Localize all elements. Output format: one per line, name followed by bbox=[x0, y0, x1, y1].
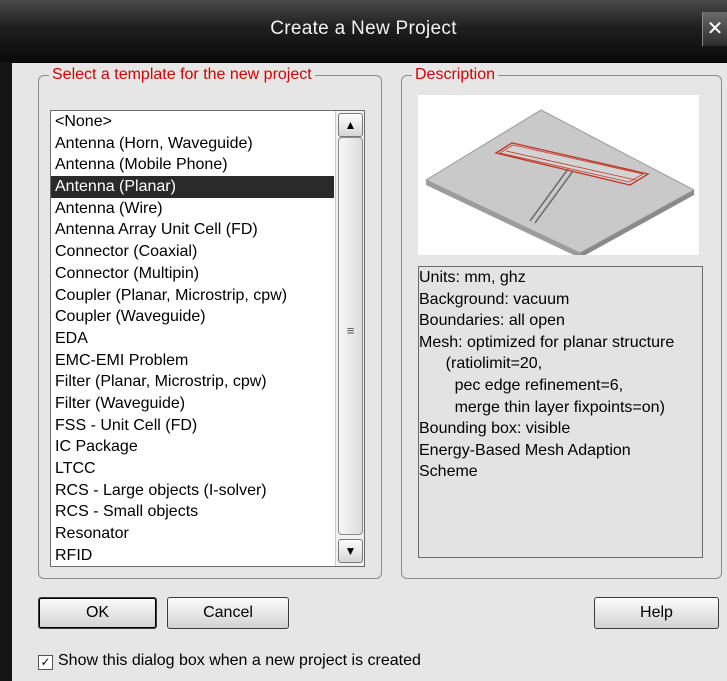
description-line: Energy-Based Mesh Adaption bbox=[419, 441, 631, 459]
description-line: (ratiolimit=20, bbox=[419, 355, 543, 373]
description-line: pec edge refinement=6, bbox=[419, 376, 624, 394]
template-list-item[interactable]: IC Package bbox=[51, 436, 334, 458]
show-dialog-label[interactable]: Show this dialog box when a new project … bbox=[58, 652, 421, 670]
template-list-item[interactable]: Filter (Planar, Microstrip, cpw) bbox=[51, 371, 334, 393]
scroll-grip-icon: ≡ bbox=[346, 323, 355, 338]
description-lines: Units: mm, ghz Background: vacuum Boundari… bbox=[419, 267, 702, 483]
list-scrollbar[interactable]: ▲ ≡ ▼ bbox=[335, 111, 364, 566]
template-list: <None> Antenna (Horn, Waveguide) Antenna (… bbox=[51, 111, 334, 566]
title-bar[interactable]: Create a New Project ✕ bbox=[0, 0, 727, 63]
help-button[interactable]: Help bbox=[594, 597, 719, 629]
template-list-item[interactable]: EMC-EMI Problem bbox=[51, 350, 334, 372]
template-list-item[interactable]: Antenna (Wire) bbox=[51, 198, 334, 220]
description-line: Boundaries: all open bbox=[419, 312, 565, 330]
ok-button[interactable]: OK bbox=[38, 597, 157, 629]
template-list-item[interactable]: Antenna (Planar) bbox=[51, 176, 334, 198]
description-line: Bounding box: visible bbox=[419, 420, 571, 438]
template-preview-image bbox=[418, 95, 699, 258]
template-list-item[interactable]: FSS - Unit Cell (FD) bbox=[51, 415, 334, 437]
window-left-edge bbox=[0, 62, 12, 681]
planar-antenna-illustration bbox=[424, 109, 696, 258]
description-line: merge thin layer fixpoints=on) bbox=[419, 398, 665, 416]
create-project-dialog: Create a New Project ✕ Select a template… bbox=[0, 0, 727, 681]
scroll-up-icon[interactable]: ▲ bbox=[338, 113, 363, 137]
template-list-item[interactable]: EDA bbox=[51, 328, 334, 350]
scroll-down-icon[interactable]: ▼ bbox=[338, 539, 363, 563]
template-list-item[interactable]: RCS - Small objects bbox=[51, 501, 334, 523]
template-list-item[interactable]: <None> bbox=[51, 111, 334, 133]
template-list-item[interactable]: Filter (Waveguide) bbox=[51, 393, 334, 415]
description-group-legend: Description bbox=[412, 65, 499, 85]
show-dialog-checkbox[interactable]: ✓ bbox=[38, 655, 53, 670]
cancel-button[interactable]: Cancel bbox=[167, 597, 289, 629]
template-list-item[interactable]: Connector (Coaxial) bbox=[51, 241, 334, 263]
template-list-item[interactable]: RCS - Large objects (I-solver) bbox=[51, 480, 334, 502]
template-listbox[interactable]: <None> Antenna (Horn, Waveguide) Antenna (… bbox=[50, 110, 365, 567]
template-list-item[interactable]: Antenna (Mobile Phone) bbox=[51, 154, 334, 176]
dialog-title: Create a New Project bbox=[270, 18, 457, 39]
template-list-item[interactable]: Coupler (Waveguide) bbox=[51, 306, 334, 328]
template-list-item[interactable]: Antenna (Horn, Waveguide) bbox=[51, 133, 334, 155]
close-icon[interactable]: ✕ bbox=[702, 12, 727, 46]
template-list-item[interactable]: Resonator bbox=[51, 523, 334, 545]
template-list-item[interactable]: Coupler (Planar, Microstrip, cpw) bbox=[51, 285, 334, 307]
template-list-item[interactable]: Antenna Array Unit Cell (FD) bbox=[51, 219, 334, 241]
description-line: Units: mm, ghz bbox=[419, 269, 526, 286]
description-line: Mesh: optimized for planar structure bbox=[419, 333, 675, 351]
template-list-item[interactable]: RFID bbox=[51, 545, 334, 566]
description-line: Background: vacuum bbox=[419, 290, 570, 308]
description-text-box: Units: mm, ghz Background: vacuum Boundari… bbox=[418, 266, 703, 558]
template-group-legend: Select a template for the new project bbox=[49, 65, 315, 85]
template-list-item[interactable]: Connector (Multipin) bbox=[51, 263, 334, 285]
description-line: Scheme bbox=[419, 463, 478, 481]
template-list-item[interactable]: LTCC bbox=[51, 458, 334, 480]
scroll-thumb[interactable]: ≡ bbox=[338, 137, 363, 535]
